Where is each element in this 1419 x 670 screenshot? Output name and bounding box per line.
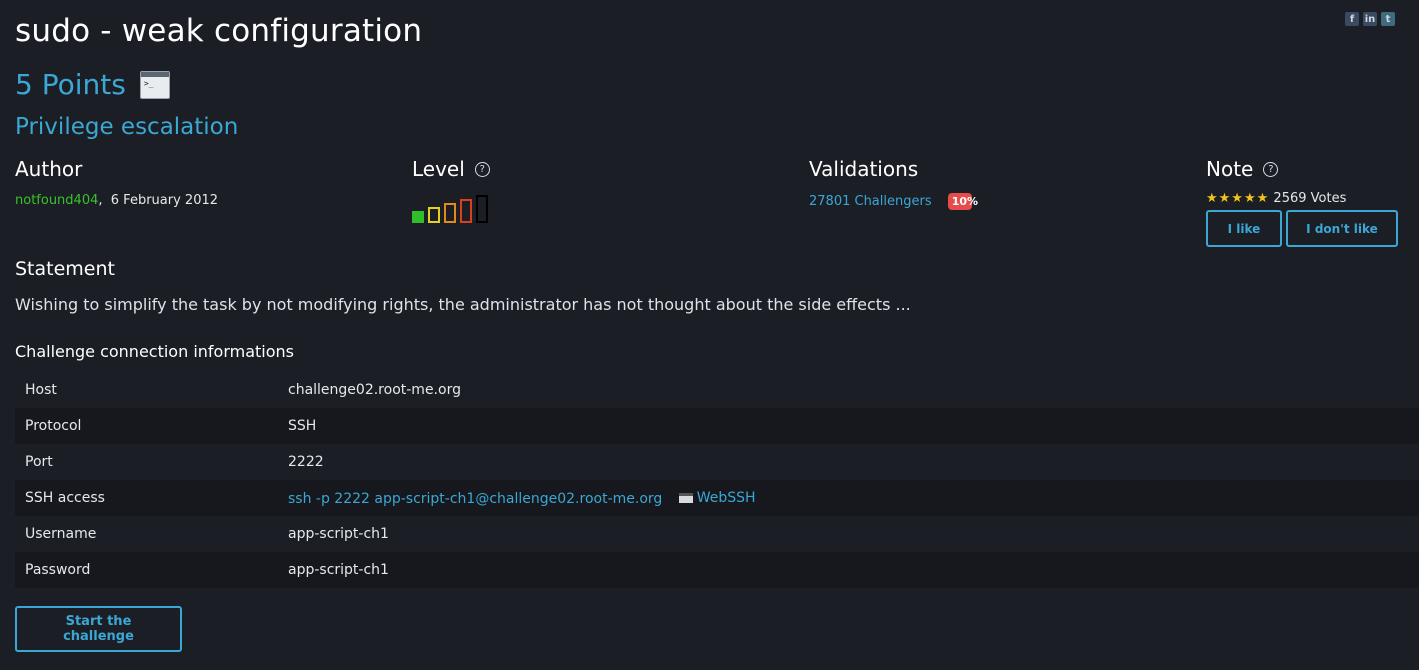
terminal-icon-glyph: >_	[143, 78, 154, 88]
statement-text: Wishing to simplify the task by not modi…	[15, 295, 911, 314]
rating-stars-icon: ★★★★★	[1206, 191, 1270, 206]
validation-percent-badge: 10%	[947, 193, 978, 210]
username-value: app-script-ch1	[288, 526, 389, 542]
level-heading: Level	[412, 157, 465, 181]
challenge-points: 5 Points	[15, 68, 126, 101]
level-heading-row: Level ?	[412, 157, 490, 181]
facebook-icon[interactable]: f	[1345, 12, 1359, 26]
note-section: Note ? ★★★★★ 2569 Votes I like I don't l…	[1206, 157, 1398, 247]
webssh-label: WebSSH	[696, 489, 756, 506]
validations-info: 27801 Challengers 10%	[809, 193, 978, 210]
table-row: Host challenge02.root-me.org	[15, 372, 1419, 408]
table-row: Protocol SSH	[15, 408, 1419, 444]
challenge-page: f in t sudo - weak configuration 5 Point…	[0, 0, 1419, 670]
host-value: challenge02.root-me.org	[288, 382, 461, 398]
ssh-access-cell: ssh -p 2222 app-script-ch1@challenge02.r…	[278, 480, 1419, 516]
author-section: Author notfound404, 6 February 2012	[15, 157, 218, 208]
author-heading: Author	[15, 157, 83, 181]
note-info: ★★★★★ 2569 Votes	[1206, 191, 1398, 206]
challenge-category[interactable]: Privilege escalation	[15, 114, 238, 140]
connection-heading: Challenge connection informations	[15, 342, 294, 361]
level-bar-2	[428, 207, 440, 223]
note-heading-row: Note ?	[1206, 157, 1398, 181]
statement-heading: Statement	[15, 258, 115, 280]
level-bar-4	[460, 199, 472, 223]
author-info: notfound404, 6 February 2012	[15, 193, 218, 208]
table-row: SSH access ssh -p 2222 app-script-ch1@ch…	[15, 480, 1419, 516]
share-links: f in t	[1345, 12, 1395, 26]
like-button[interactable]: I like	[1206, 210, 1282, 247]
protocol-value: SSH	[278, 408, 1419, 444]
level-bar-1	[412, 211, 424, 223]
port-key: Port	[25, 454, 53, 470]
port-value: 2222	[288, 454, 324, 470]
table-row: Password app-script-ch1	[15, 552, 1419, 588]
challenge-title: sudo - weak configuration	[15, 13, 423, 49]
linkedin-icon[interactable]: in	[1363, 12, 1377, 26]
table-row: Username app-script-ch1	[15, 516, 1419, 552]
terminal-icon: >_	[139, 70, 170, 99]
note-heading: Note	[1206, 157, 1254, 181]
author-separator: ,	[98, 193, 103, 208]
connection-table: Host challenge02.root-me.org Protocol SS…	[15, 372, 1419, 588]
validations-heading: Validations	[809, 157, 919, 181]
protocol-key: Protocol	[15, 408, 278, 444]
author-link[interactable]: notfound404	[15, 193, 98, 208]
ssh-access-key: SSH access	[15, 480, 278, 516]
level-section: Level ?	[412, 157, 490, 223]
password-key: Password	[15, 552, 278, 588]
ssh-command-link[interactable]: ssh -p 2222 app-script-ch1@challenge02.r…	[288, 491, 662, 507]
note-help-icon[interactable]: ?	[1263, 161, 1279, 177]
level-bars	[412, 195, 490, 223]
host-key: Host	[25, 382, 57, 398]
table-row: Port 2222	[15, 444, 1419, 480]
dislike-button[interactable]: I don't like	[1286, 210, 1398, 247]
level-bar-3	[444, 203, 456, 223]
terminal-icon	[678, 492, 693, 503]
level-bar-5	[476, 195, 488, 223]
vote-count: 2569 Votes	[1273, 191, 1347, 206]
twitter-icon[interactable]: t	[1381, 12, 1395, 26]
vote-buttons: I like I don't like	[1206, 210, 1398, 247]
username-key: Username	[25, 526, 97, 542]
webssh-link[interactable]: WebSSH	[678, 489, 756, 506]
author-date: 6 February 2012	[110, 193, 219, 208]
points-row: 5 Points >_	[15, 68, 170, 101]
password-value: app-script-ch1	[278, 552, 1419, 588]
level-help-icon[interactable]: ?	[474, 161, 490, 177]
challengers-link[interactable]: 27801 Challengers	[809, 194, 932, 209]
start-challenge-button[interactable]: Start the challenge	[15, 606, 182, 652]
validations-section: Validations 27801 Challengers 10%	[809, 157, 978, 210]
